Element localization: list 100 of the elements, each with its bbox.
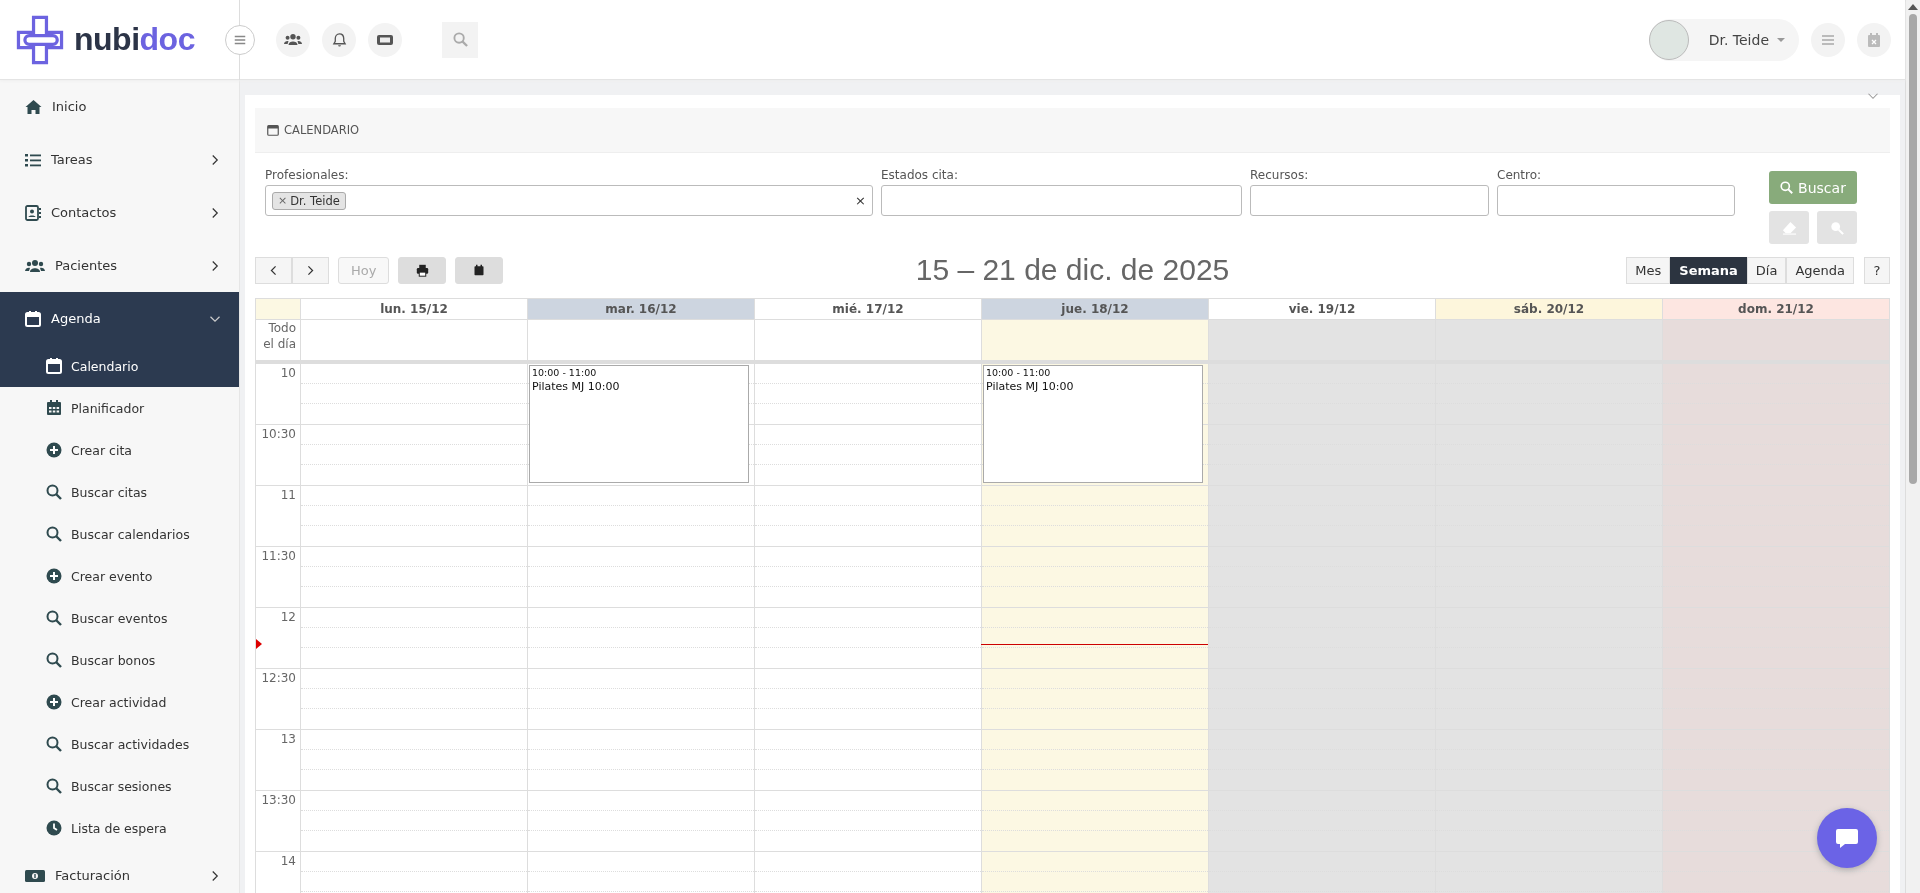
eraser-icon <box>1781 220 1797 235</box>
ticket-button[interactable] <box>368 22 402 57</box>
time-label: 13 <box>279 731 297 746</box>
all-day-label: Todo el día <box>262 320 297 353</box>
sidebar-item[interactable]: Tareas <box>0 133 239 186</box>
notifications-button[interactable] <box>322 22 356 57</box>
time-label: 12:30 <box>260 670 297 685</box>
day-header: lun. 15/12 <box>300 299 527 320</box>
eraser-button[interactable] <box>1769 211 1809 244</box>
users-icon <box>25 258 45 273</box>
printer-icon <box>415 263 429 277</box>
select-field[interactable] <box>1497 185 1735 216</box>
sidebar-subitem[interactable]: Buscar sesiones <box>0 765 239 807</box>
date-picker-button[interactable] <box>455 256 504 284</box>
field-label: Recursos: <box>1250 168 1310 183</box>
day-header: mié. 17/12 <box>754 299 981 320</box>
calendar-remove-button[interactable] <box>1857 22 1891 57</box>
search-icon <box>46 484 62 500</box>
time-label: 10 <box>279 365 297 380</box>
sidebar-subitem[interactable]: Crear cita <box>0 429 239 471</box>
time-label: 10:30 <box>260 426 297 441</box>
menu-button[interactable] <box>1811 22 1845 57</box>
sidebar-item[interactable]: Agenda <box>0 292 239 345</box>
logo-text: nubidoc <box>74 21 195 58</box>
sidebar-subitem[interactable]: Buscar calendarios <box>0 513 239 555</box>
day-header: jue. 18/12 <box>981 299 1208 320</box>
time-label: 11 <box>279 487 297 502</box>
sidebar-subitem[interactable]: Buscar actividades <box>0 723 239 765</box>
zoom-search-button[interactable] <box>1817 211 1857 244</box>
selected-chip[interactable]: × Dr. Teide <box>272 191 346 210</box>
sidebar-subitem[interactable]: Buscar bonos <box>0 639 239 681</box>
calendar-event[interactable]: 10:00 - 11:00 Pilates MJ 10:00 <box>983 365 1203 483</box>
plus-circle-icon <box>46 568 62 584</box>
search-icon <box>46 736 62 752</box>
field-label: Estados cita: <box>881 168 959 183</box>
current-time-marker <box>256 639 262 649</box>
sidebar-item[interactable]: Pacientes <box>0 239 239 292</box>
select-field[interactable] <box>881 185 1242 216</box>
print-button[interactable] <box>398 256 447 284</box>
sidebar-item[interactable]: Inicio <box>0 80 239 133</box>
sidebar-subitem[interactable]: Buscar eventos <box>0 597 239 639</box>
sidebar-item[interactable]: Facturación <box>0 849 239 893</box>
search-icon <box>46 778 62 794</box>
field-label: Centro: <box>1497 168 1543 183</box>
view-tab[interactable]: Semana <box>1670 256 1747 284</box>
panel-title: CALENDARIO <box>284 123 360 137</box>
search-icon <box>46 610 62 626</box>
calendar-grid-icon <box>46 400 62 416</box>
select-field[interactable]: × Dr. Teide × <box>265 185 873 216</box>
calendar-icon <box>46 358 62 374</box>
clock-icon <box>46 820 62 836</box>
sidebar-subitem[interactable]: Crear evento <box>0 555 239 597</box>
sidebar-subitem[interactable]: Lista de espera <box>0 807 239 849</box>
user-menu[interactable]: Dr. Teide <box>1648 18 1799 61</box>
home-icon <box>25 98 42 115</box>
select-field[interactable] <box>1250 185 1489 216</box>
sidebar-item[interactable]: Contactos <box>0 186 239 239</box>
clear-button[interactable]: × <box>855 193 866 208</box>
time-label: 11:30 <box>260 548 297 563</box>
time-label: 14 <box>279 853 297 868</box>
search-icon <box>46 526 62 542</box>
menu-button[interactable] <box>225 24 255 55</box>
sidebar-subitem[interactable]: Crear actividad <box>0 681 239 723</box>
search-icon <box>452 32 468 47</box>
help-button[interactable]: ? <box>1864 256 1890 284</box>
users-button[interactable] <box>276 22 310 57</box>
day-header: mar. 16/12 <box>527 299 754 320</box>
list-icon <box>25 151 41 168</box>
calendar-x-icon <box>1866 31 1882 48</box>
chat-bubble-icon <box>1834 826 1860 850</box>
sidebar-subitem[interactable]: Planificador <box>0 387 239 429</box>
time-label: 13:30 <box>260 792 297 807</box>
search-icon <box>46 652 62 668</box>
calendar-icon <box>25 310 41 327</box>
plus-circle-icon <box>46 694 62 710</box>
search-icon <box>1830 220 1844 235</box>
all-day-cell[interactable] <box>981 320 1208 360</box>
calendar-icon <box>473 264 486 276</box>
view-tab[interactable]: Agenda <box>1786 256 1854 284</box>
time-label: 12 <box>279 609 297 624</box>
view-tab[interactable]: Día <box>1746 256 1787 284</box>
day-header: vie. 19/12 <box>1208 299 1435 320</box>
day-header: dom. 21/12 <box>1662 299 1889 320</box>
chevron-left-icon <box>268 264 279 276</box>
field-label: Profesionales: <box>265 168 350 183</box>
search-icon <box>1780 181 1794 194</box>
search-button[interactable] <box>442 21 478 58</box>
plus-circle-icon <box>46 442 62 458</box>
calendar-icon <box>267 124 279 136</box>
previous-button[interactable] <box>255 256 292 284</box>
users-icon <box>284 33 302 46</box>
next-button[interactable] <box>292 256 329 284</box>
view-tab[interactable]: Mes <box>1626 256 1671 284</box>
date-range-title: 15 – 21 de dic. de 2025 <box>915 253 1230 287</box>
bell-icon <box>331 31 347 48</box>
contact-card-icon <box>25 204 41 221</box>
banknote-icon <box>25 867 45 884</box>
scrollbar[interactable] <box>1905 0 1920 893</box>
calendar-event[interactable]: 10:00 - 11:00 Pilates MJ 10:00 <box>529 365 749 483</box>
sidebar-subitem[interactable]: Buscar citas <box>0 471 239 513</box>
